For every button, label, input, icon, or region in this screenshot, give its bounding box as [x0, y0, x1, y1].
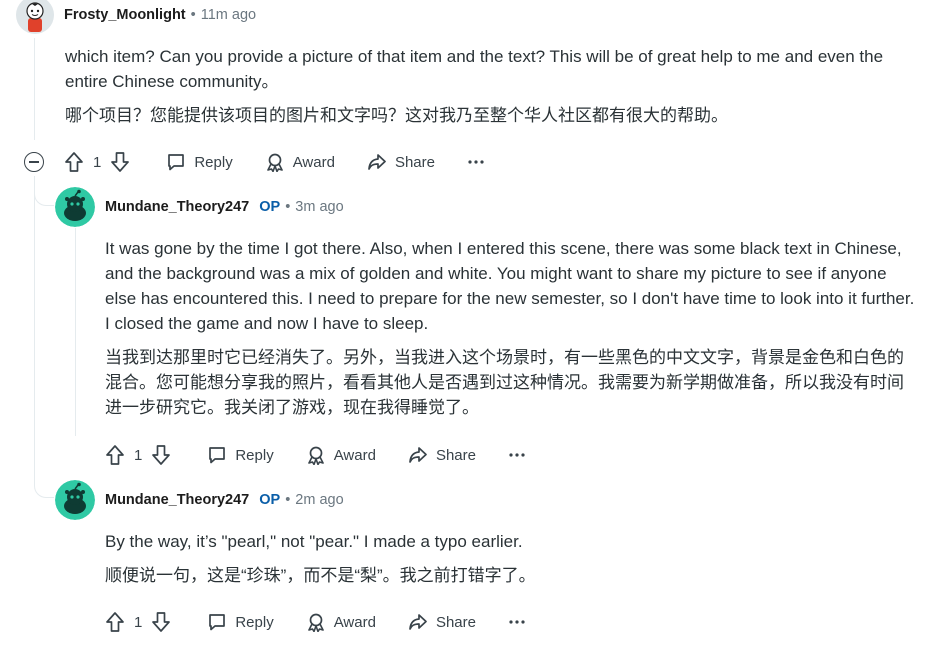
- comment-paragraph: 顺便说一句，这是“珍珠”，而不是“梨”。我之前打错字了。: [105, 566, 536, 585]
- share-label: Share: [435, 446, 476, 464]
- more-options-button[interactable]: [508, 452, 526, 458]
- thread-line: [34, 176, 35, 484]
- downvote-icon[interactable]: [151, 611, 171, 633]
- more-icon: [509, 453, 525, 457]
- op-badge: OP: [259, 199, 281, 215]
- share-button[interactable]: Share: [367, 152, 435, 172]
- reply-label: Reply: [235, 446, 274, 464]
- comment-paragraph: 哪个项目？您能提供该项目的图片和文字吗？这对我乃至整个华人社区都有很大的帮助。: [65, 106, 728, 125]
- avatar-image: [16, 0, 54, 34]
- share-button[interactable]: Share: [408, 445, 476, 465]
- award-button[interactable]: Award: [265, 152, 335, 172]
- share-label: Share: [394, 153, 435, 171]
- reply-button[interactable]: Reply: [207, 445, 274, 465]
- reply-label: Reply: [235, 613, 274, 631]
- thread-line: [75, 228, 76, 436]
- award-icon: [266, 153, 283, 172]
- share-button[interactable]: Share: [408, 612, 476, 632]
- comment-actions: 1 Reply Award Share: [105, 608, 558, 636]
- reply-button[interactable]: Reply: [207, 612, 274, 632]
- award-button[interactable]: Award: [306, 445, 376, 465]
- vote-count: 1: [93, 153, 102, 171]
- reply-icon: [209, 614, 226, 631]
- separator-dot: •: [190, 7, 196, 23]
- vote-group: 1: [105, 611, 171, 633]
- more-icon: [509, 620, 525, 624]
- snoo-avatar-image: [55, 480, 95, 520]
- share-icon: [409, 614, 427, 630]
- vote-count: 1: [134, 446, 143, 464]
- upvote-icon[interactable]: [105, 444, 125, 466]
- comment-meta: Mundane_Theory247 OP • 2m ago: [105, 492, 344, 508]
- comment-actions: 1 Reply Award Share: [105, 441, 558, 469]
- award-label: Award: [333, 446, 376, 464]
- username[interactable]: Mundane_Theory247: [105, 492, 249, 508]
- comment-body: It was gone by the time I got there. Als…: [105, 236, 915, 429]
- more-icon: [468, 160, 484, 164]
- username[interactable]: Mundane_Theory247: [105, 199, 249, 215]
- vote-count: 1: [134, 613, 143, 631]
- comment-paragraph: which item? Can you provide a picture of…: [65, 47, 884, 91]
- comment-paragraph: It was gone by the time I got there. Als…: [105, 239, 915, 333]
- comment-actions: 1 Reply Award Share: [64, 148, 517, 176]
- thread-line: [34, 38, 35, 140]
- comment-meta: Frosty_Moonlight • 11m ago: [64, 7, 256, 23]
- comment-body: By the way, it’s "pearl," not "pear." I …: [105, 529, 915, 597]
- upvote-icon[interactable]: [105, 611, 125, 633]
- op-badge: OP: [259, 492, 281, 508]
- avatar[interactable]: [55, 480, 95, 520]
- upvote-icon[interactable]: [64, 151, 84, 173]
- timestamp[interactable]: 3m ago: [295, 199, 343, 215]
- separator-dot: •: [285, 199, 291, 215]
- award-icon: [307, 446, 324, 465]
- comment-paragraph: By the way, it’s "pearl," not "pear." I …: [105, 532, 523, 551]
- separator-dot: •: [285, 492, 291, 508]
- avatar[interactable]: [16, 0, 54, 34]
- share-icon: [368, 154, 386, 170]
- timestamp[interactable]: 11m ago: [201, 7, 256, 23]
- comment-meta: Mundane_Theory247 OP • 3m ago: [105, 199, 344, 215]
- username[interactable]: Frosty_Moonlight: [64, 7, 186, 23]
- more-options-button[interactable]: [467, 159, 485, 165]
- share-icon: [409, 447, 427, 463]
- award-label: Award: [333, 613, 376, 631]
- reply-label: Reply: [194, 153, 233, 171]
- vote-group: 1: [105, 444, 171, 466]
- snoo-avatar-image: [55, 187, 95, 227]
- downvote-icon[interactable]: [110, 151, 130, 173]
- reply-icon: [168, 154, 185, 171]
- award-icon: [307, 613, 324, 632]
- award-label: Award: [292, 153, 335, 171]
- reply-button[interactable]: Reply: [166, 152, 233, 172]
- comment-body: which item? Can you provide a picture of…: [65, 44, 905, 137]
- comment-paragraph: 当我到达那里时它已经消失了。另外，当我进入这个场景时，有一些黑色的中文文字，背景…: [105, 348, 904, 417]
- collapse-icon[interactable]: [24, 152, 44, 172]
- more-options-button[interactable]: [508, 619, 526, 625]
- thread-connector: [34, 186, 54, 206]
- timestamp[interactable]: 2m ago: [295, 492, 343, 508]
- avatar[interactable]: [55, 187, 95, 227]
- share-label: Share: [435, 613, 476, 631]
- reply-icon: [209, 447, 226, 464]
- downvote-icon[interactable]: [151, 444, 171, 466]
- award-button[interactable]: Award: [306, 612, 376, 632]
- vote-group: 1: [64, 151, 130, 173]
- thread-connector: [34, 478, 54, 498]
